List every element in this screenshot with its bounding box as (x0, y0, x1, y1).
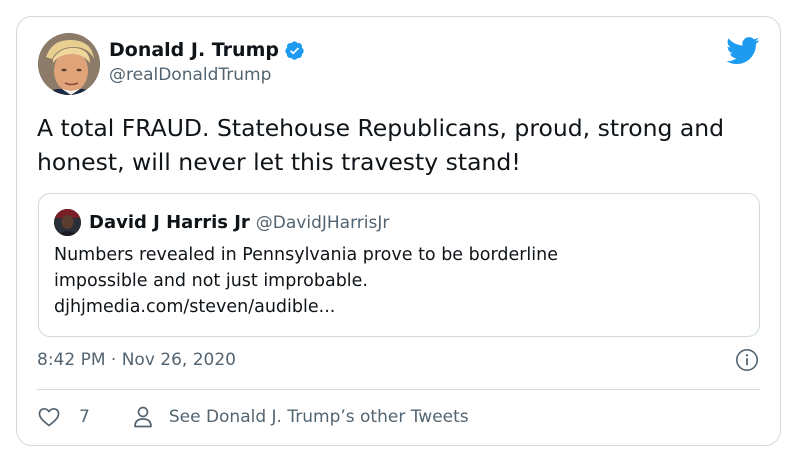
quoted-link[interactable]: djhjmedia.com/steven/audible... (54, 294, 744, 320)
tweet-actions: 7 See Donald J. Trump’s other Tweets (37, 402, 469, 432)
tweet-text: A total FRAUD. Statehouse Republicans, p… (37, 114, 725, 176)
author-name-row: Donald J. Trump (109, 38, 305, 62)
divider (37, 389, 760, 390)
twitter-logo-icon[interactable] (726, 37, 760, 65)
author-name[interactable]: Donald J. Trump (109, 38, 279, 62)
avatar-photo-icon (38, 33, 100, 95)
quoted-text-line: impossible and not just improbable. (54, 271, 368, 291)
like-count[interactable]: 7 (79, 407, 90, 427)
person-icon[interactable] (132, 405, 154, 429)
quoted-author-avatar[interactable] (54, 209, 81, 236)
quoted-text-line: Numbers revealed in Pennsylvania prove t… (54, 245, 558, 265)
other-tweets-link[interactable]: See Donald J. Trump’s other Tweets (169, 407, 469, 427)
verified-badge-icon (285, 40, 304, 60)
tweet-card: Donald J. Trump @realDonaldTrump A total… (16, 16, 781, 446)
quoted-avatar-photo-icon (54, 209, 81, 236)
tweet-timestamp[interactable]: 8:42 PM · Nov 26, 2020 (37, 347, 236, 373)
info-icon[interactable] (735, 348, 759, 372)
quoted-tweet[interactable]: David J Harris Jr @DavidJHarrisJr Numbers… (38, 193, 760, 337)
heart-icon[interactable] (37, 405, 61, 429)
quoted-author-name[interactable]: David J Harris Jr (89, 212, 250, 233)
author-avatar[interactable] (38, 33, 100, 95)
author-handle[interactable]: @realDonaldTrump (109, 64, 271, 86)
quoted-header: David J Harris Jr @DavidJHarrisJr (89, 209, 389, 237)
quoted-author-handle[interactable]: @DavidJHarrisJr (256, 213, 390, 233)
quoted-text: Numbers revealed in Pennsylvania prove t… (54, 242, 744, 320)
